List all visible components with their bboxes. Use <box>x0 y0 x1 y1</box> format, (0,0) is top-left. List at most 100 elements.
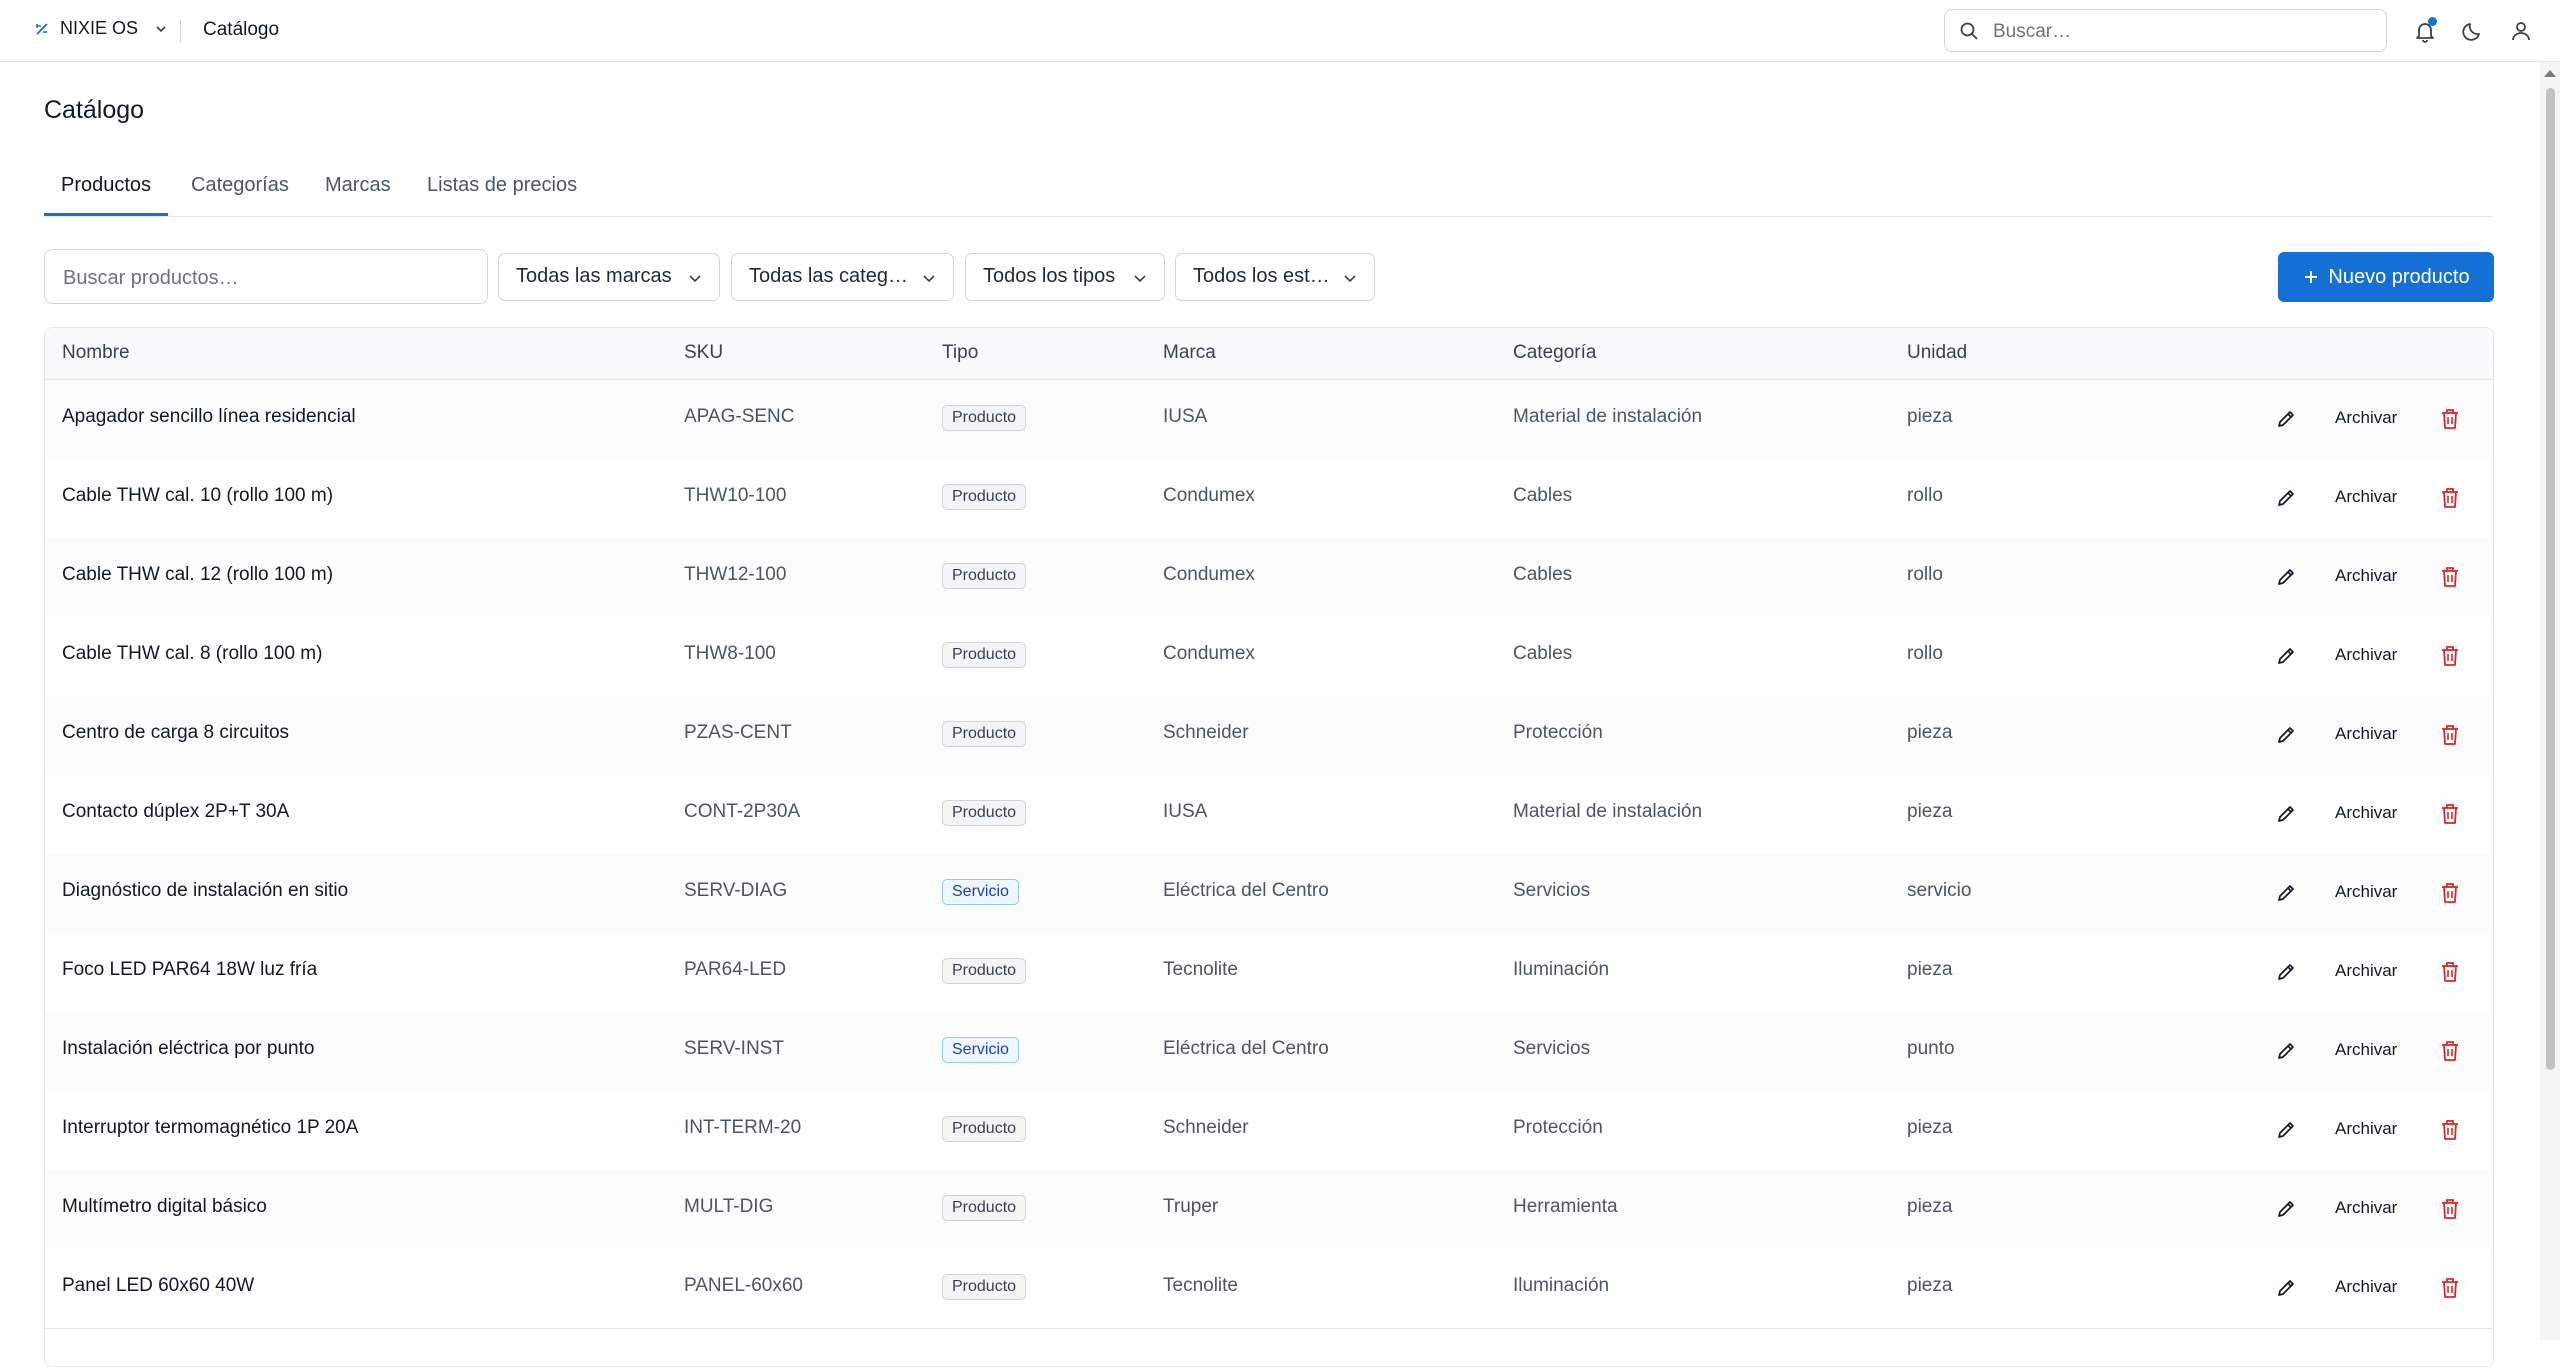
theme-toggle-button[interactable] <box>2460 18 2486 44</box>
archive-button[interactable]: Archivar <box>2335 1198 2397 1218</box>
topbar-divider <box>180 20 181 42</box>
delete-button[interactable] <box>2439 1118 2461 1147</box>
category-filter-select[interactable]: Todas las categ… <box>731 253 954 301</box>
table-row[interactable]: Interruptor termomagnético 1P 20A INT-TER… <box>45 1091 2493 1171</box>
product-name: Foco LED PAR64 18W luz fría <box>62 959 318 980</box>
table-row[interactable]: Apagador sencillo línea residencial APAG-… <box>45 380 2493 460</box>
edit-button[interactable] <box>2275 487 2297 514</box>
chevron-down-icon <box>1344 275 1356 283</box>
user-menu-button[interactable] <box>2508 18 2534 44</box>
delete-button[interactable] <box>2439 960 2461 989</box>
archive-button[interactable]: Archivar <box>2335 1119 2397 1139</box>
product-sku: INT-TERM-20 <box>684 1117 802 1138</box>
table-row[interactable]: Contacto dúplex 2P+T 30A CONT-2P30A Produc… <box>45 775 2493 855</box>
delete-button[interactable] <box>2439 644 2461 673</box>
product-unit: pieza <box>1907 1117 1953 1138</box>
edit-button[interactable] <box>2275 882 2297 909</box>
type-badge: Producto <box>942 484 1027 510</box>
product-category: Cables <box>1513 564 1573 585</box>
tab-marcas[interactable]: Marcas <box>308 174 408 216</box>
workspace-switcher[interactable]: NIXIE OS <box>34 18 168 39</box>
category-filter-value: Todas las categ… <box>749 265 908 287</box>
table-row[interactable]: Instalación eléctrica por punto SERV-INST… <box>45 1012 2493 1092</box>
breadcrumb: Catálogo <box>203 19 280 40</box>
pencil-icon <box>2278 964 2294 980</box>
column-header-categoria[interactable]: Categoría <box>1513 342 1596 364</box>
product-category: Material de instalación <box>1513 406 1703 427</box>
archive-button[interactable]: Archivar <box>2335 1040 2397 1060</box>
new-product-label: Nuevo producto <box>2328 265 2470 288</box>
product-brand: Condumex <box>1163 643 1255 664</box>
edit-button[interactable] <box>2275 1040 2297 1067</box>
type-badge: Producto <box>942 1116 1027 1142</box>
table-row[interactable]: Multímetro digital básico MULT-DIG Product… <box>45 1170 2493 1250</box>
brand-filter-select[interactable]: Todas las marcas <box>498 253 720 301</box>
product-name: Instalación eléctrica por punto <box>62 1038 315 1059</box>
edit-button[interactable] <box>2275 1198 2297 1225</box>
edit-button[interactable] <box>2275 645 2297 672</box>
column-header-marca[interactable]: Marca <box>1163 342 1216 364</box>
edit-button[interactable] <box>2275 408 2297 435</box>
column-header-tipo[interactable]: Tipo <box>942 342 978 364</box>
delete-button[interactable] <box>2439 486 2461 515</box>
tab-listas-de-precios[interactable]: Listas de precios <box>410 174 594 216</box>
delete-button[interactable] <box>2439 1197 2461 1226</box>
tab-productos[interactable]: Productos <box>44 174 169 216</box>
archive-button[interactable]: Archivar <box>2335 566 2397 586</box>
delete-button[interactable] <box>2439 881 2461 910</box>
product-search[interactable] <box>44 249 488 304</box>
new-product-button[interactable]: Nuevo producto <box>2278 252 2494 302</box>
delete-button[interactable] <box>2439 723 2461 752</box>
search-icon <box>1960 22 1978 40</box>
edit-button[interactable] <box>2275 1119 2297 1146</box>
type-badge: Producto <box>942 958 1027 984</box>
delete-button[interactable] <box>2439 1276 2461 1305</box>
archive-button[interactable]: Archivar <box>2335 408 2397 428</box>
table-row[interactable]: Foco LED PAR64 18W luz fría PAR64-LED Prod… <box>45 933 2493 1013</box>
table-row[interactable]: Diagnóstico de instalación en sitio SERV-… <box>45 854 2493 934</box>
column-header-nombre[interactable]: Nombre <box>62 342 130 364</box>
scrollbar-thumb[interactable] <box>2546 88 2555 1070</box>
column-header-sku[interactable]: SKU <box>684 342 723 364</box>
column-header-unidad[interactable]: Unidad <box>1907 342 1967 364</box>
table-row[interactable]: Centro de carga 8 circuitos PZAS-CENT Prod… <box>45 696 2493 776</box>
delete-button[interactable] <box>2439 565 2461 594</box>
global-search-input[interactable] <box>1991 18 2375 46</box>
status-filter-select[interactable]: Todos los est… <box>1175 253 1375 301</box>
edit-button[interactable] <box>2275 961 2297 988</box>
archive-button[interactable]: Archivar <box>2335 487 2397 507</box>
product-category: Protección <box>1513 722 1603 743</box>
table-row[interactable]: Cable THW cal. 8 (rollo 100 m) THW8-100 Pr… <box>45 617 2493 697</box>
edit-button[interactable] <box>2275 566 2297 593</box>
global-search[interactable] <box>1944 9 2387 52</box>
table-row[interactable]: Cable THW cal. 10 (rollo 100 m) THW10-100… <box>45 459 2493 539</box>
edit-button[interactable] <box>2275 724 2297 751</box>
edit-button[interactable] <box>2275 803 2297 830</box>
product-unit: pieza <box>1907 1196 1953 1217</box>
scroll-up-arrow-icon[interactable] <box>2544 70 2556 77</box>
archive-button[interactable]: Archivar <box>2335 645 2397 665</box>
product-unit: rollo <box>1907 643 1943 664</box>
trash-icon <box>2442 646 2458 666</box>
tab-categorias[interactable]: Categorías <box>174 174 306 216</box>
archive-button[interactable]: Archivar <box>2335 724 2397 744</box>
trash-icon <box>2442 1278 2458 1298</box>
delete-button[interactable] <box>2439 407 2461 436</box>
archive-button[interactable]: Archivar <box>2335 803 2397 823</box>
type-filter-select[interactable]: Todos los tipos <box>965 253 1165 301</box>
table-row[interactable]: Panel LED 60x60 40W PANEL-60x60 Producto Te… <box>45 1249 2493 1329</box>
product-search-input[interactable] <box>61 264 465 292</box>
notifications-button[interactable] <box>2412 17 2438 44</box>
edit-button[interactable] <box>2275 1277 2297 1304</box>
archive-button[interactable]: Archivar <box>2335 961 2397 981</box>
delete-button[interactable] <box>2439 1039 2461 1068</box>
product-brand: Condumex <box>1163 564 1255 585</box>
product-brand: Eléctrica del Centro <box>1163 880 1329 901</box>
product-brand: Tecnolite <box>1163 959 1238 980</box>
product-category: Servicios <box>1513 1038 1591 1059</box>
delete-button[interactable] <box>2439 802 2461 831</box>
archive-button[interactable]: Archivar <box>2335 1277 2397 1297</box>
product-name: Cable THW cal. 8 (rollo 100 m) <box>62 643 323 664</box>
table-row[interactable]: Cable THW cal. 12 (rollo 100 m) THW12-100… <box>45 538 2493 618</box>
archive-button[interactable]: Archivar <box>2335 882 2397 902</box>
